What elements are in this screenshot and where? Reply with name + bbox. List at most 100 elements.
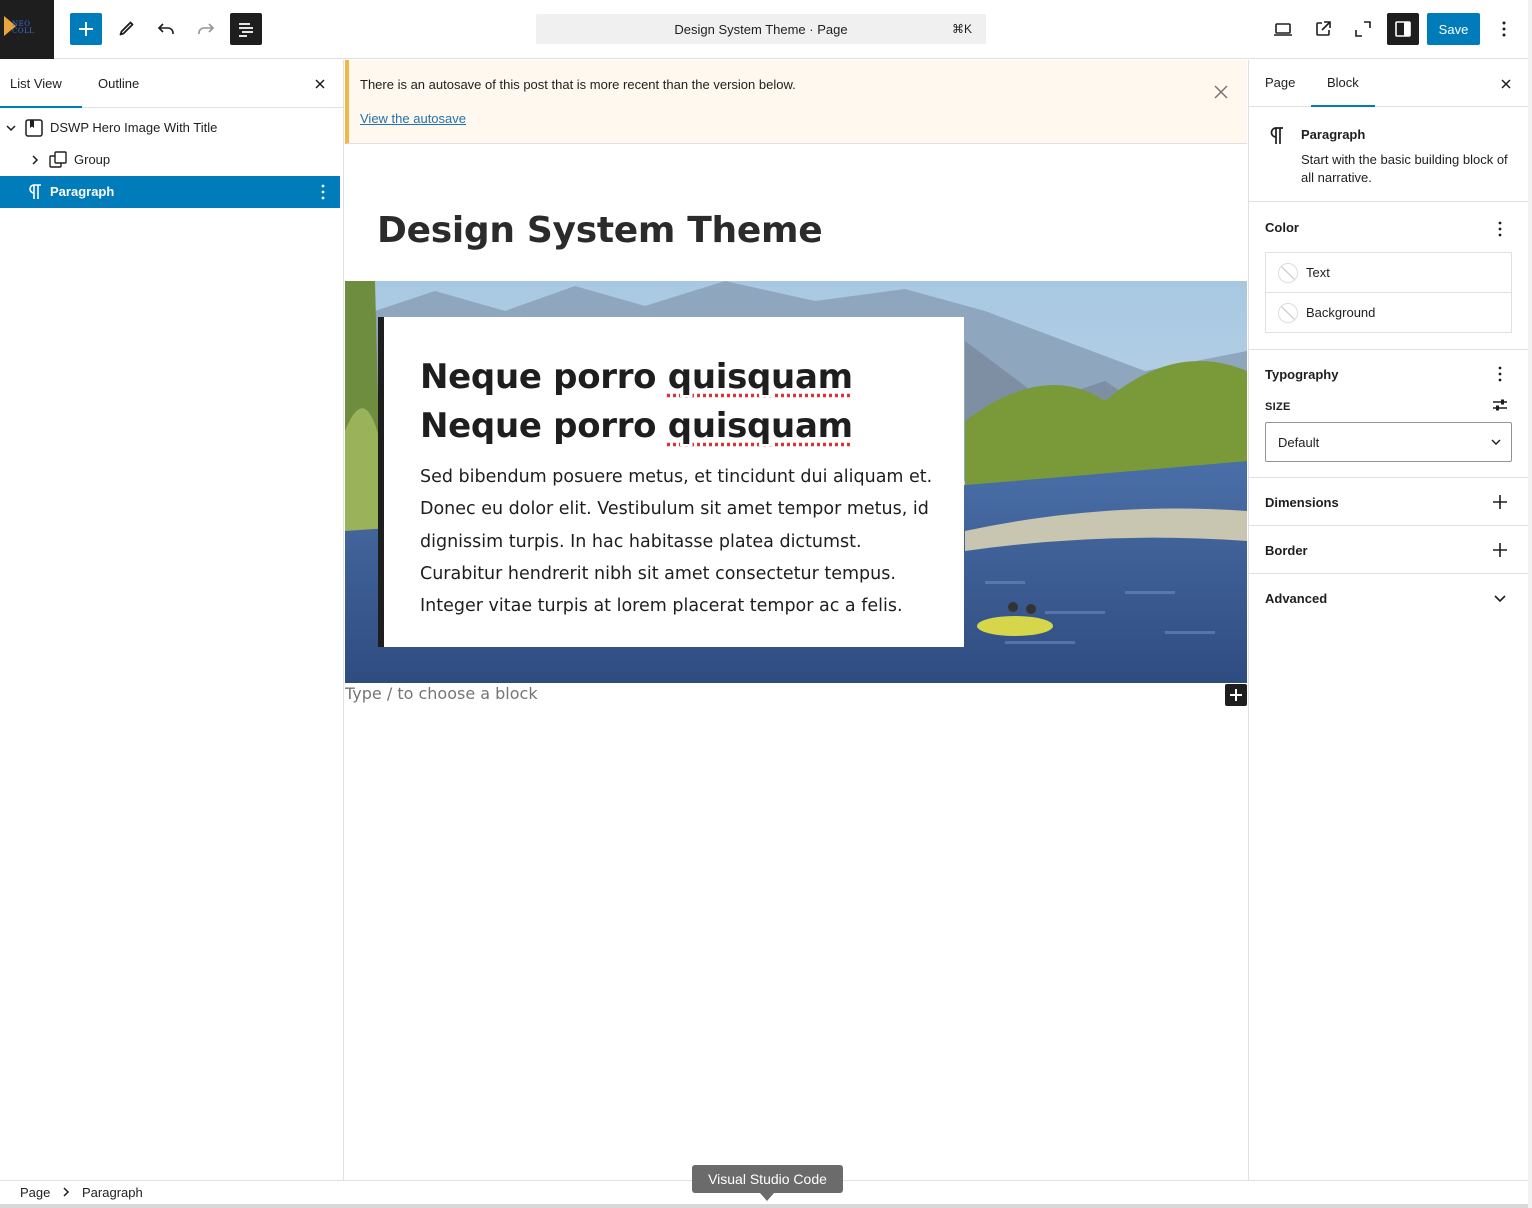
paragraph-icon bbox=[29, 184, 41, 199]
tab-outline[interactable]: Outline bbox=[88, 60, 149, 108]
section-title: Advanced bbox=[1265, 591, 1328, 606]
undo-icon bbox=[157, 23, 174, 34]
close-icon[interactable] bbox=[310, 74, 330, 94]
tab-list-view[interactable]: List View bbox=[0, 60, 82, 108]
breadcrumb-paragraph: Paragraph bbox=[82, 1185, 143, 1200]
vertical-ellipsis-icon bbox=[1502, 21, 1506, 37]
site-logo-text: NEO COLL bbox=[12, 20, 35, 35]
dock-tooltip: Visual Studio Code bbox=[692, 1165, 843, 1201]
typography-panel: Typography SIZE Default bbox=[1249, 350, 1529, 478]
vertical-ellipsis-icon[interactable] bbox=[1489, 218, 1511, 240]
fullscreen-icon bbox=[1355, 21, 1371, 37]
list-item-label: DSWP Hero Image With Title bbox=[50, 120, 218, 135]
external-link-icon bbox=[1316, 21, 1331, 36]
desktop-icon bbox=[1274, 23, 1292, 36]
tab-page[interactable]: Page bbox=[1249, 60, 1311, 107]
block-card: Paragraph Start with the basic building … bbox=[1249, 108, 1529, 202]
redo-button[interactable] bbox=[190, 13, 222, 45]
vertical-ellipsis-icon[interactable] bbox=[313, 182, 333, 202]
list-view-panel: List View Outline DSWP Hero Image With T… bbox=[0, 60, 344, 1180]
command-palette-bar[interactable]: Design System Theme · Page ⌘K bbox=[536, 14, 986, 44]
text-color-option[interactable]: Text bbox=[1265, 252, 1512, 293]
dock-strip bbox=[0, 1204, 1532, 1208]
hero-heading-text: Neque porro bbox=[420, 406, 668, 446]
block-description: Start with the basic building block of a… bbox=[1301, 152, 1508, 185]
hero-heading-misspelled: quisquam bbox=[667, 357, 853, 397]
chevron-right-icon[interactable] bbox=[28, 153, 42, 167]
distraction-free-button[interactable] bbox=[1347, 13, 1379, 45]
color-swatch-icon bbox=[1278, 263, 1298, 283]
notice-message: There is an autosave of this post that i… bbox=[360, 77, 796, 92]
settings-sidebar-toggle[interactable] bbox=[1387, 13, 1419, 45]
border-panel[interactable]: Border bbox=[1249, 526, 1529, 574]
pattern-bookmark-icon bbox=[25, 119, 43, 137]
dimensions-panel[interactable]: Dimensions bbox=[1249, 478, 1529, 526]
block-appender-placeholder[interactable]: Type / to choose a block bbox=[345, 684, 538, 703]
chevron-right-icon bbox=[63, 1187, 70, 1197]
paragraph-icon bbox=[1270, 127, 1283, 144]
list-item[interactable]: Group bbox=[0, 144, 340, 176]
list-view-tabs: List View Outline bbox=[0, 60, 343, 108]
add-block-button[interactable] bbox=[70, 13, 102, 45]
list-item-label: Group bbox=[74, 152, 111, 167]
tab-block[interactable]: Block bbox=[1311, 60, 1375, 107]
chevron-down-icon bbox=[1491, 439, 1501, 445]
section-title: Typography bbox=[1265, 367, 1339, 382]
list-item-selected[interactable]: Paragraph bbox=[0, 176, 340, 208]
window-edge bbox=[1528, 0, 1532, 1208]
sidebar-icon bbox=[1395, 21, 1411, 37]
hero-title-card[interactable]: Neque porro quisquam Neque porro quisqua… bbox=[378, 317, 964, 647]
document-title: Design System Theme · Page bbox=[674, 21, 848, 37]
hero-heading-text: Neque porro bbox=[420, 357, 668, 397]
settings-sidebar: Page Block Paragraph Start with the basi… bbox=[1248, 60, 1529, 1180]
plus-icon[interactable] bbox=[1489, 491, 1511, 513]
color-swatch-icon bbox=[1278, 303, 1298, 323]
plus-icon[interactable] bbox=[1489, 539, 1511, 561]
chevron-down-icon[interactable] bbox=[1489, 587, 1511, 609]
document-overview-button[interactable] bbox=[230, 13, 262, 45]
font-size-value: Default bbox=[1278, 435, 1320, 450]
save-button[interactable]: Save bbox=[1427, 13, 1480, 45]
plus-icon bbox=[1230, 689, 1242, 701]
undo-button[interactable] bbox=[150, 13, 182, 45]
custom-size-settings-icon[interactable] bbox=[1489, 394, 1511, 416]
section-title: Dimensions bbox=[1265, 495, 1339, 510]
list-item-label: Paragraph bbox=[50, 184, 115, 199]
font-size-select[interactable]: Default bbox=[1265, 422, 1512, 462]
block-name: Paragraph bbox=[1301, 127, 1366, 142]
list-item[interactable]: DSWP Hero Image With Title bbox=[0, 112, 340, 144]
vertical-ellipsis-icon[interactable] bbox=[1489, 363, 1511, 385]
close-icon[interactable] bbox=[1496, 74, 1516, 94]
section-title: Border bbox=[1265, 543, 1308, 558]
hero-heading-misspelled: quisquam bbox=[667, 406, 853, 446]
editor-canvas: There is an autosave of this post that i… bbox=[345, 60, 1247, 1180]
color-option-label: Text bbox=[1306, 265, 1330, 280]
color-panel: Color Text Background bbox=[1249, 202, 1529, 350]
group-icon bbox=[49, 151, 67, 168]
breadcrumb-page[interactable]: Page bbox=[20, 1185, 50, 1200]
settings-tabs: Page Block bbox=[1249, 60, 1528, 107]
view-autosave-link[interactable]: View the autosave bbox=[360, 111, 466, 126]
hero-heading[interactable]: Neque porro quisquam Neque porro quisqua… bbox=[420, 353, 940, 451]
autosave-notice: There is an autosave of this post that i… bbox=[345, 60, 1247, 144]
redo-icon bbox=[198, 23, 215, 34]
list-view-icon bbox=[239, 23, 253, 37]
chevron-down-icon[interactable] bbox=[4, 121, 18, 135]
more-options-button[interactable] bbox=[1488, 13, 1520, 45]
site-logo-button[interactable]: NEO COLL bbox=[0, 0, 54, 59]
preview-button[interactable] bbox=[1267, 13, 1299, 45]
background-color-option[interactable]: Background bbox=[1265, 292, 1512, 333]
plus-icon bbox=[79, 22, 93, 36]
inline-add-block-button[interactable] bbox=[1225, 684, 1247, 706]
editor-top-toolbar: NEO COLL Design System Theme · Page ⌘K S… bbox=[0, 0, 1528, 59]
close-icon[interactable] bbox=[1209, 80, 1233, 104]
advanced-panel[interactable]: Advanced bbox=[1249, 574, 1529, 622]
command-shortcut: ⌘K bbox=[951, 22, 972, 36]
view-page-button[interactable] bbox=[1307, 13, 1339, 45]
size-label: SIZE bbox=[1265, 401, 1291, 413]
page-title[interactable]: Design System Theme bbox=[377, 210, 823, 251]
hero-image-block[interactable]: Neque porro quisquam Neque porro quisqua… bbox=[345, 281, 1247, 683]
tools-button[interactable] bbox=[110, 13, 142, 45]
color-option-label: Background bbox=[1306, 305, 1376, 320]
hero-paragraph[interactable]: Sed bibendum posuere metus, et tincidunt… bbox=[420, 461, 934, 622]
